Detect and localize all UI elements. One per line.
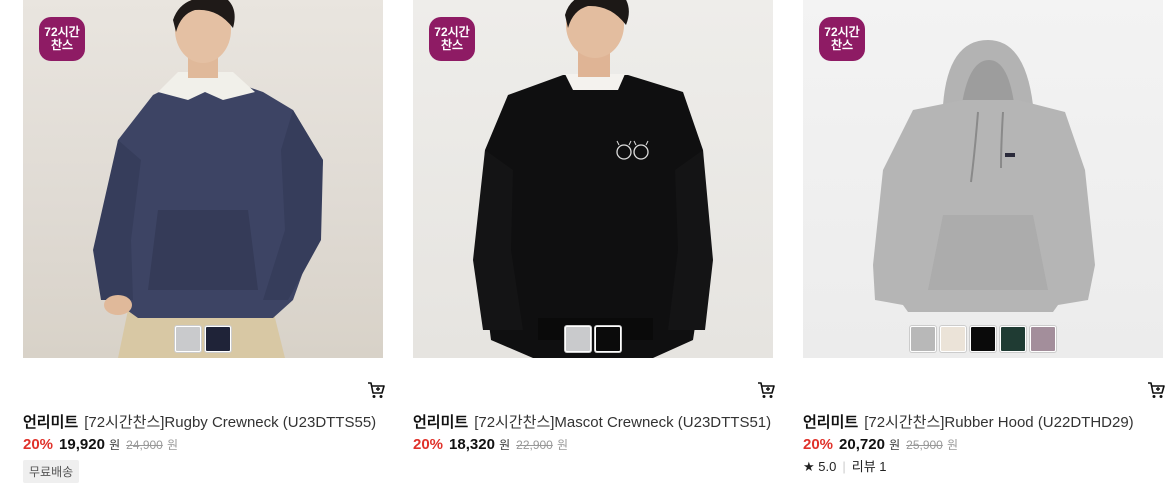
- free-shipping-tag: 무료배송: [23, 460, 80, 483]
- original-price: 24,900: [126, 438, 163, 452]
- original-currency-unit: 원: [557, 438, 569, 452]
- original-currency-unit: 원: [167, 438, 179, 452]
- color-swatch-ivory[interactable]: [940, 326, 966, 352]
- sale-price: 19,920: [59, 436, 105, 453]
- color-swatch-black[interactable]: [595, 326, 621, 352]
- product-name[interactable]: 언리미트 [72시간찬스]Mascot Crewneck (U23DTTS51): [413, 412, 793, 434]
- currency-unit: 원: [109, 438, 121, 452]
- price-row: 20% 20,720 원 25,900 원: [803, 434, 1166, 456]
- discount-rate: 20%: [803, 436, 834, 453]
- product-name[interactable]: 언리미트 [72시간찬스]Rugby Crewneck (U23DTTS55): [23, 412, 403, 434]
- cart-icon[interactable]: [1147, 381, 1165, 399]
- color-swatch-black[interactable]: [970, 326, 996, 352]
- product-card[interactable]: 72시간 찬스 언리미트 [72시간찬스]Mascot Crewneck (U23…: [413, 0, 775, 453]
- discount-rate: 20%: [23, 436, 54, 453]
- color-swatch-gray[interactable]: [565, 326, 591, 352]
- rating-score: 5.0: [818, 459, 837, 474]
- product-title[interactable]: [72시간찬스]Mascot Crewneck (U23DTTS51): [474, 414, 771, 431]
- original-currency-unit: 원: [947, 438, 959, 452]
- product-title[interactable]: [72시간찬스]Rugby Crewneck (U23DTTS55): [84, 414, 376, 431]
- original-price: 22,900: [516, 438, 553, 452]
- cart-icon[interactable]: [367, 381, 385, 399]
- original-price: 25,900: [906, 438, 943, 452]
- product-title[interactable]: [72시간찬스]Rubber Hood (U22DTHD29): [864, 414, 1133, 431]
- color-swatches: [23, 326, 383, 352]
- product-card[interactable]: 72시간 찬스 언리미트 [72시간찬스]Rubber Hood (U22DTHD…: [803, 0, 1165, 474]
- product-card[interactable]: 72시간 찬스 언리미트 [72시간찬스]Rugby Crewneck (U23D…: [23, 0, 385, 483]
- sale-price: 18,320: [449, 436, 495, 453]
- product-image[interactable]: 72시간 찬스: [803, 0, 1163, 358]
- review-count[interactable]: 리뷰 1: [852, 459, 887, 474]
- color-swatch-gray[interactable]: [175, 326, 201, 352]
- 72h-chance-badge: 72시간 찬스: [819, 17, 865, 61]
- sale-price: 20,720: [839, 436, 885, 453]
- cart-icon[interactable]: [757, 381, 775, 399]
- product-image[interactable]: 72시간 찬스: [413, 0, 773, 358]
- color-swatch-mauve[interactable]: [1030, 326, 1056, 352]
- divider: |: [842, 459, 846, 474]
- color-swatches: [803, 326, 1163, 352]
- star-icon: ★: [803, 459, 815, 474]
- currency-unit: 원: [499, 438, 511, 452]
- color-swatch-navy[interactable]: [205, 326, 231, 352]
- color-swatch-green[interactable]: [1000, 326, 1026, 352]
- product-name[interactable]: 언리미트 [72시간찬스]Rubber Hood (U22DTHD29): [803, 412, 1166, 434]
- brand-name[interactable]: 언리미트: [413, 414, 468, 431]
- price-row: 20% 18,320 원 22,900 원: [413, 434, 793, 456]
- color-swatch-gray[interactable]: [910, 326, 936, 352]
- price-row: 20% 19,920 원 24,900 원: [23, 434, 403, 456]
- brand-name[interactable]: 언리미트: [803, 414, 858, 431]
- color-swatches: [413, 326, 773, 352]
- 72h-chance-badge: 72시간 찬스: [429, 17, 475, 61]
- rating-row: ★ 5.0 | 리뷰 1: [803, 457, 1166, 477]
- discount-rate: 20%: [413, 436, 444, 453]
- currency-unit: 원: [889, 438, 901, 452]
- product-image[interactable]: 72시간 찬스: [23, 0, 383, 358]
- 72h-chance-badge: 72시간 찬스: [39, 17, 85, 61]
- brand-name[interactable]: 언리미트: [23, 414, 78, 431]
